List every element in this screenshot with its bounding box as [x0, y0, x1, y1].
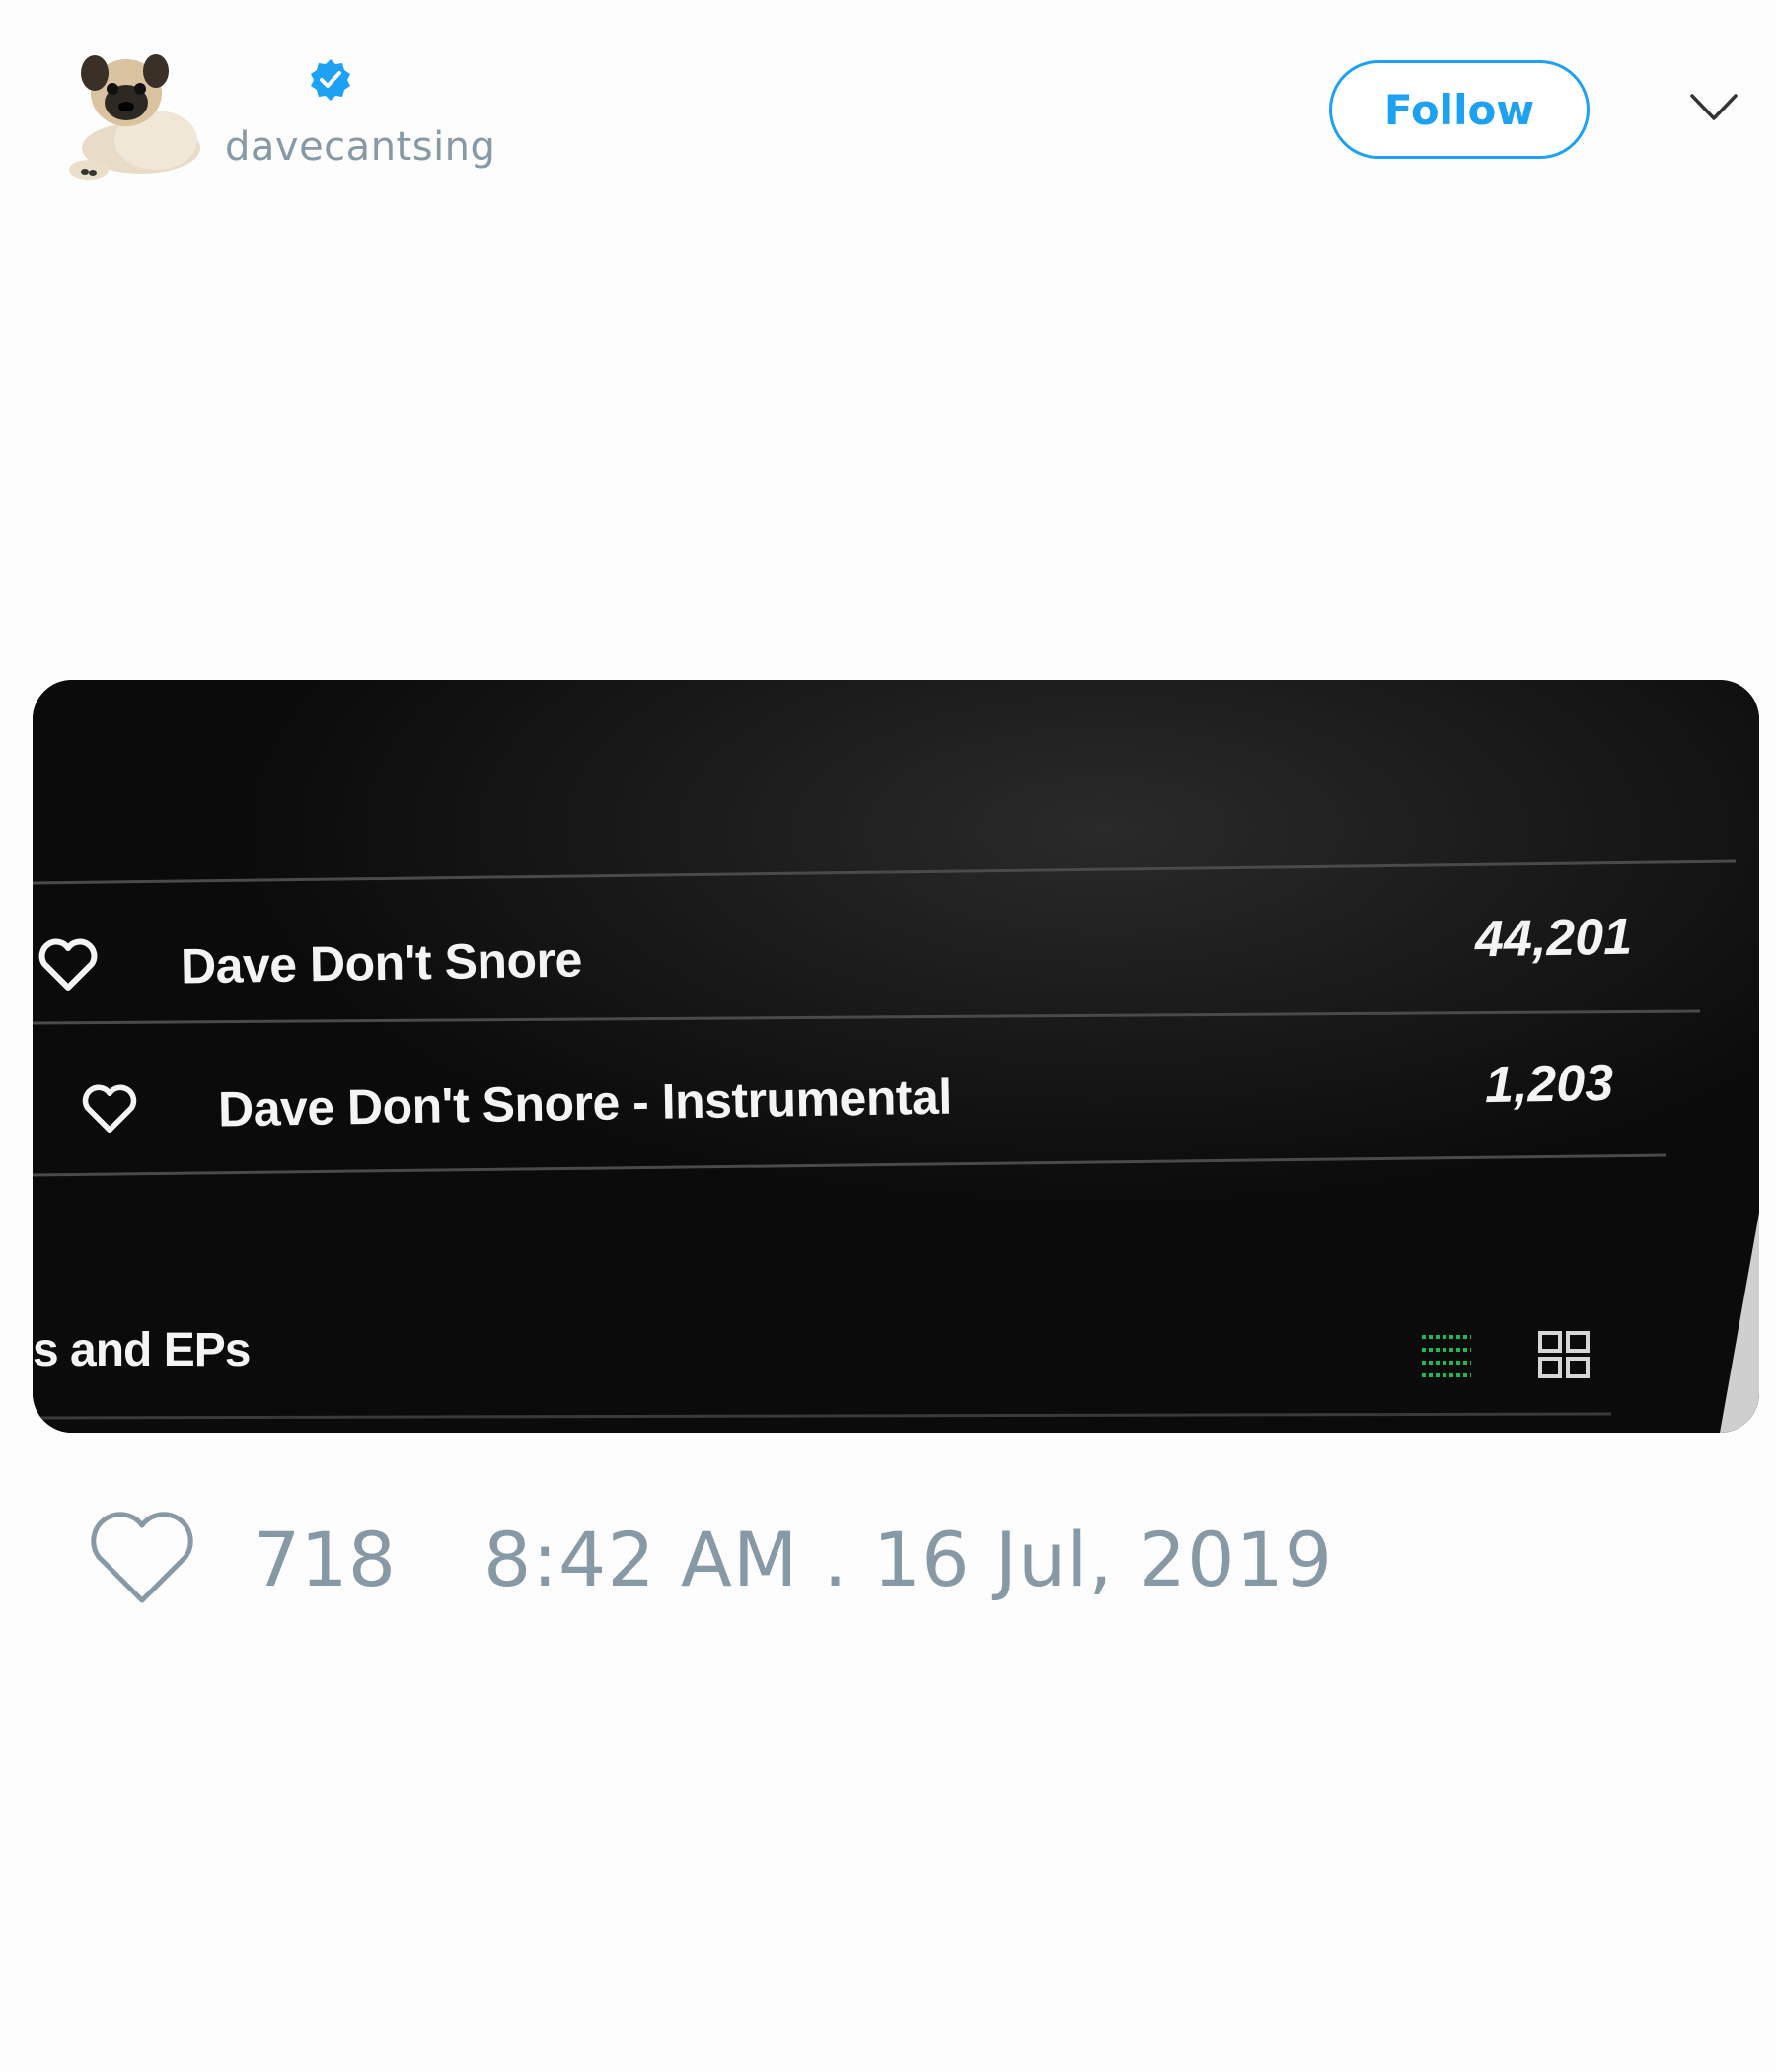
follow-button[interactable]: Follow: [1329, 60, 1590, 159]
section-label: s and EPs: [33, 1324, 251, 1376]
tweet-media-photo[interactable]: Dave Don't Snore 44,201 Dave Don't Snore…: [33, 680, 1759, 1433]
verified-badge-icon: [311, 59, 350, 101]
pug-avatar-icon: [69, 54, 200, 180]
heart-icon[interactable]: [38, 938, 98, 992]
heart-icon[interactable]: [82, 1084, 137, 1134]
like-count: 718: [253, 1516, 397, 1603]
chevron-down-icon[interactable]: [1689, 91, 1739, 124]
user-handle[interactable]: davecantsing: [225, 124, 495, 170]
avatar[interactable]: [47, 32, 205, 189]
grid-view-icon[interactable]: [1536, 1329, 1591, 1382]
list-view-icon[interactable]: [1418, 1331, 1475, 1382]
like-heart-icon[interactable]: [89, 1510, 195, 1606]
play-count: 1,203: [1484, 1054, 1614, 1115]
play-count: 44,201: [1474, 908, 1633, 969]
tweet-timestamp[interactable]: 8:42 AM . 16 Jul, 2019: [483, 1516, 1333, 1603]
track-title: Dave Don't Snore: [180, 931, 583, 995]
tweet-header: davecantsing Follow: [0, 0, 1776, 217]
